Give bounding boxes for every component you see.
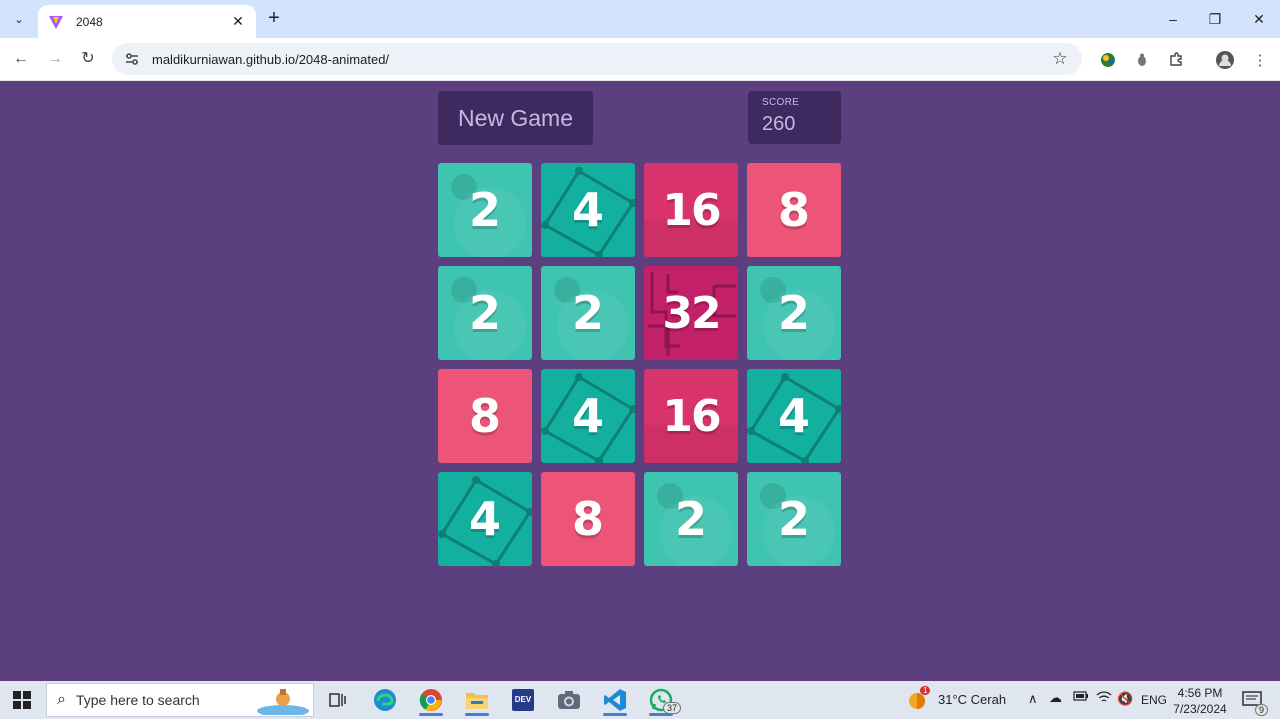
tile-2: 2 — [438, 163, 532, 257]
score-label: SCORE — [762, 97, 800, 108]
tile-value: 4 — [777, 389, 810, 443]
tile-2: 2 — [541, 266, 635, 360]
search-icon: ⌕ — [57, 691, 66, 708]
back-icon[interactable]: ← — [8, 47, 34, 71]
tile-32: 32 — [644, 266, 738, 360]
address-bar[interactable]: maldikurniawan.github.io/2048-animated/ … — [112, 43, 1082, 75]
tile-value: 2 — [674, 492, 707, 546]
tile-4: 4 — [541, 369, 635, 463]
tab-title: 2048 — [76, 14, 103, 29]
tile-value: 8 — [468, 389, 501, 443]
taskbar-search-placeholder: Type here to search — [75, 692, 200, 708]
tile-value: 8 — [777, 183, 810, 237]
reload-icon[interactable]: ↻ — [75, 47, 101, 71]
tile-value: 4 — [468, 492, 501, 546]
menu-kebab-icon[interactable]: ⋮ — [1249, 49, 1271, 71]
tile-2: 2 — [747, 266, 841, 360]
forward-icon[interactable]: → — [42, 47, 68, 71]
task-view-icon[interactable] — [318, 684, 358, 716]
camera-icon[interactable] — [549, 684, 589, 716]
browser-toolbar: ← → ↻ maldikurniawan.github.io/2048-anim… — [0, 38, 1280, 81]
battery-icon[interactable] — [1073, 690, 1089, 705]
chrome-icon[interactable] — [411, 684, 451, 716]
browser-tab[interactable]: 2048 ✕ — [38, 5, 256, 38]
tile-value: 2 — [468, 183, 501, 237]
weather-text[interactable]: 31°C Cerah — [938, 692, 1006, 707]
extension-bug-icon[interactable] — [1131, 49, 1153, 71]
edge-icon[interactable] — [365, 684, 405, 716]
tile-4: 4 — [541, 163, 635, 257]
tile-16: 16 — [644, 369, 738, 463]
tile-value: 2 — [777, 286, 810, 340]
profile-avatar[interactable] — [1214, 49, 1236, 71]
tile-2: 2 — [644, 472, 738, 566]
search-highlight-image-icon — [253, 684, 313, 716]
clock-date: 7/23/2024 — [1173, 702, 1227, 716]
tile-8: 8 — [541, 472, 635, 566]
notifications-badge: 9 — [1254, 704, 1268, 716]
tile-8: 8 — [747, 163, 841, 257]
dev-icon[interactable]: DEV — [503, 684, 543, 716]
tile-value: 32 — [662, 287, 721, 339]
minimize-icon[interactable]: – — [1150, 8, 1196, 30]
extensions-puzzle-icon[interactable] — [1165, 49, 1187, 71]
clock-time: 4:56 PM — [1177, 686, 1223, 700]
game-board[interactable]: 2 4 16 8 2 2 32 2 8 4 16 4 4 8 2 2 — [438, 163, 842, 567]
whatsapp-badge: 37 — [662, 702, 681, 714]
url-text: maldikurniawan.github.io/2048-animated/ — [152, 51, 390, 67]
tile-value: 16 — [662, 184, 721, 236]
tile-value: 8 — [571, 492, 604, 546]
tile-value: 2 — [571, 286, 604, 340]
tile-4: 4 — [747, 369, 841, 463]
tile-value: 4 — [571, 389, 604, 443]
tile-8: 8 — [438, 369, 532, 463]
tile-2: 2 — [747, 472, 841, 566]
weather-icon[interactable]: 1 — [900, 684, 936, 716]
whatsapp-icon[interactable]: 37 — [641, 684, 681, 716]
vscode-icon[interactable] — [595, 684, 635, 716]
site-info-icon[interactable] — [124, 51, 140, 67]
notifications-icon[interactable]: 9 — [1234, 684, 1270, 716]
wifi-icon[interactable] — [1096, 690, 1112, 707]
tile-value: 16 — [662, 390, 721, 442]
tile-value: 2 — [777, 492, 810, 546]
tile-4: 4 — [438, 472, 532, 566]
taskbar-search-box[interactable]: ⌕ Type here to search — [46, 683, 314, 717]
tile-2: 2 — [438, 266, 532, 360]
taskbar-clock[interactable]: 4:56 PM 7/23/2024 — [1168, 685, 1232, 717]
score-box: SCORE 260 — [748, 91, 841, 144]
onedrive-cloud-icon[interactable]: ☁ — [1049, 690, 1062, 706]
bookmark-star-icon[interactable]: ☆ — [1048, 49, 1072, 69]
file-explorer-icon[interactable] — [457, 684, 497, 716]
restore-icon[interactable]: ❐ — [1192, 8, 1238, 30]
tile-value: 2 — [468, 286, 501, 340]
new-game-button[interactable]: New Game — [438, 91, 593, 145]
tab-close-icon[interactable]: ✕ — [230, 13, 246, 30]
extension-globe-icon[interactable] — [1097, 49, 1119, 71]
new-tab-icon[interactable]: + — [262, 8, 286, 30]
windows-taskbar: ⌕ Type here to search DEV 37 1 31°C Cera… — [0, 681, 1280, 719]
volume-muted-icon[interactable]: 🔇 — [1117, 691, 1133, 707]
close-window-icon[interactable]: ✕ — [1236, 8, 1280, 30]
vite-favicon-icon — [48, 14, 64, 30]
svg-text:DEV: DEV — [515, 695, 532, 704]
score-value: 260 — [762, 113, 796, 135]
tile-value: 4 — [571, 183, 604, 237]
windows-start-icon[interactable] — [8, 689, 36, 711]
tab-search-chevron-icon[interactable]: ⌄ — [8, 8, 30, 30]
language-indicator[interactable]: ENG — [1141, 693, 1167, 707]
tile-16: 16 — [644, 163, 738, 257]
tray-overflow-chevron-icon[interactable]: ∧ — [1028, 691, 1038, 707]
browser-tab-strip: ⌄ 2048 ✕ + – ❐ ✕ — [0, 0, 1280, 38]
